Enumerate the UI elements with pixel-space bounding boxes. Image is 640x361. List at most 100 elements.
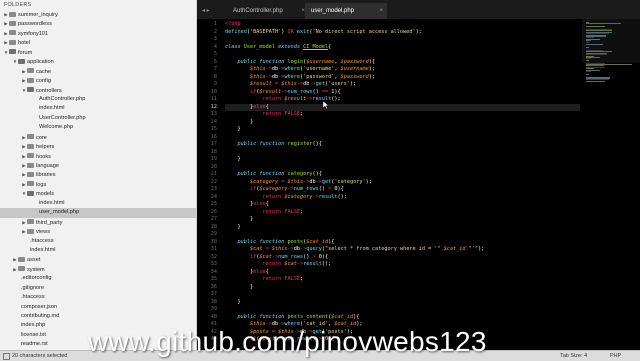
- tree-file[interactable]: index.html: [0, 104, 196, 113]
- tree-folder[interactable]: ▼ controllers: [0, 86, 196, 95]
- code-line[interactable]: if($category->num_rows() > 0){: [225, 186, 344, 194]
- tree-folder[interactable]: ▶ config: [0, 76, 196, 85]
- tree-file[interactable]: .htaccess: [0, 237, 196, 246]
- code-line[interactable]: }: [225, 119, 253, 127]
- tree-folder[interactable]: ▶ hooks: [0, 152, 196, 161]
- code-line[interactable]: $category = $this->db->get('category');: [225, 179, 372, 187]
- tab-user-model[interactable]: user_model.php ×: [305, 3, 387, 19]
- tree-item-label: models: [36, 191, 55, 198]
- tree-file[interactable]: index.html: [0, 246, 196, 255]
- folders-label: FOLDERS: [4, 2, 32, 8]
- tree-folder[interactable]: ▶ core: [0, 133, 196, 142]
- code-line[interactable]: }else{: [225, 269, 269, 277]
- code-line[interactable]: $this->db->where('password', $password);: [225, 74, 375, 82]
- code-line[interactable]: public function register(){: [225, 141, 322, 149]
- code-line[interactable]: }: [225, 216, 253, 224]
- tree-item-label: license.txt: [21, 331, 46, 338]
- tree-folder[interactable]: ▶ asset: [0, 255, 196, 264]
- tree-file[interactable]: composer.json: [0, 303, 196, 312]
- line-number: 27: [210, 216, 217, 222]
- tree-folder[interactable]: ▶ third_party: [0, 218, 196, 227]
- code-line[interactable]: <?php: [225, 21, 241, 29]
- code-line[interactable]: return $category->result();: [225, 194, 346, 202]
- tree-folder[interactable]: ▶ libraries: [0, 170, 196, 179]
- tab-authcontroller[interactable]: AuthController.php ×: [227, 3, 309, 19]
- tree-folder[interactable]: ▼ models: [0, 189, 196, 198]
- code-line[interactable]: return FALSE;: [225, 209, 303, 217]
- tree-folder[interactable]: ▼ application: [0, 57, 196, 66]
- code-token: $result: [284, 96, 307, 102]
- tree-item-label: .editorconfig: [21, 275, 52, 282]
- code-token: ;: [299, 111, 304, 117]
- code-token: );: [368, 73, 375, 80]
- code-token: function: [259, 238, 285, 245]
- code-line[interactable]: $cat = $this->db->query("select * from c…: [225, 246, 484, 254]
- tree-folder[interactable]: ▶ system: [0, 265, 196, 274]
- code-editor[interactable]: ◂ ▸ AuthController.php × user_model.php …: [197, 0, 640, 350]
- code-line[interactable]: public function posts_content($cat_id){: [225, 313, 360, 322]
- code-line[interactable]: }: [225, 284, 253, 292]
- code-line[interactable]: }: [225, 126, 240, 134]
- minimap[interactable]: [582, 19, 640, 350]
- tree-file[interactable]: AuthController.php: [0, 95, 196, 104]
- code-line[interactable]: }: [225, 299, 240, 307]
- folder-icon: [27, 219, 34, 225]
- code-line[interactable]: class User_model extends CI_Model{: [225, 44, 331, 52]
- code-token: $this: [250, 73, 266, 80]
- code-line[interactable]: $result = $this->db->get('users');: [225, 81, 356, 89]
- tree-item-label: index.html: [39, 199, 65, 206]
- tree-file[interactable]: .editorconfig: [0, 274, 196, 283]
- tree-item-label: symfony101: [18, 30, 49, 37]
- code-token: 'BASEPATH': [250, 28, 282, 35]
- line-number: 10: [210, 88, 217, 95]
- tree-folder[interactable]: ▶ cache: [0, 67, 196, 76]
- code-token: public: [237, 313, 257, 320]
- tree-folder[interactable]: ▶ hotel: [0, 38, 196, 47]
- code-line[interactable]: }else{: [225, 201, 269, 209]
- code-line[interactable]: }: [225, 224, 240, 232]
- code-line[interactable]: return $cat->result();: [225, 261, 331, 269]
- tree-file[interactable]: .gitignore: [0, 284, 196, 293]
- code-token: posts_content: [287, 313, 329, 320]
- code-line[interactable]: }: [225, 156, 240, 164]
- tree-folder[interactable]: ▼ forum: [0, 48, 196, 57]
- tree-folder[interactable]: ▶ logs: [0, 180, 196, 189]
- tree-file[interactable]: .htaccess: [0, 293, 196, 302]
- code-line[interactable]: defined('BASEPATH') OR exit('No direct s…: [225, 29, 422, 37]
- code-line[interactable]: $this->db->where('username', $username);: [225, 66, 375, 74]
- code-line[interactable]: public function posts($cat_id){: [225, 238, 335, 247]
- tree-file[interactable]: index.html: [0, 199, 196, 208]
- code-line[interactable]: public function category(){: [225, 171, 322, 179]
- code-line[interactable]: if($cat->num_rows() > 0){: [225, 254, 328, 262]
- tree-item-label: index.php: [21, 322, 46, 329]
- code-token: $username: [306, 58, 335, 65]
- close-icon[interactable]: ×: [379, 3, 383, 19]
- tree-folder[interactable]: ▶ summer_inquiry: [0, 10, 196, 19]
- code-token: }: [225, 201, 254, 207]
- code-line[interactable]: public function login($username, $passwo…: [225, 59, 375, 67]
- tree-file[interactable]: Welcome.php: [0, 123, 196, 132]
- tree-file[interactable]: contributing.md: [0, 312, 196, 321]
- code-line[interactable]: if($result->num_rows() == 1){: [225, 89, 341, 97]
- code-line[interactable]: return FALSE;: [225, 276, 303, 284]
- code-token: $username: [340, 66, 369, 72]
- tab-nav-arrows-icon[interactable]: ◂ ▸: [202, 3, 210, 19]
- tree-folder[interactable]: ▶ passwordless: [0, 19, 196, 28]
- panel-toggle-icon[interactable]: [3, 353, 10, 360]
- line-number: 6: [213, 58, 217, 65]
- code-line[interactable]: }else{: [225, 103, 580, 111]
- tree-folder[interactable]: ▶ views: [0, 227, 196, 236]
- tree-item-label: application: [27, 59, 54, 66]
- code-area[interactable]: <?php defined('BASEPATH') OR exit('No dir…: [225, 19, 580, 350]
- tree-file[interactable]: UserController.php: [0, 114, 196, 123]
- tree-file[interactable]: user_model.php: [0, 208, 196, 218]
- minimap-line: [586, 47, 589, 49]
- tree-folder[interactable]: ▶ helpers: [0, 142, 196, 151]
- code-line[interactable]: return FALSE;: [225, 111, 303, 119]
- tree-item-label: .htaccess: [21, 294, 45, 301]
- tree-folder[interactable]: ▶ language: [0, 161, 196, 170]
- tree-folder[interactable]: ▶ symfony101: [0, 29, 196, 38]
